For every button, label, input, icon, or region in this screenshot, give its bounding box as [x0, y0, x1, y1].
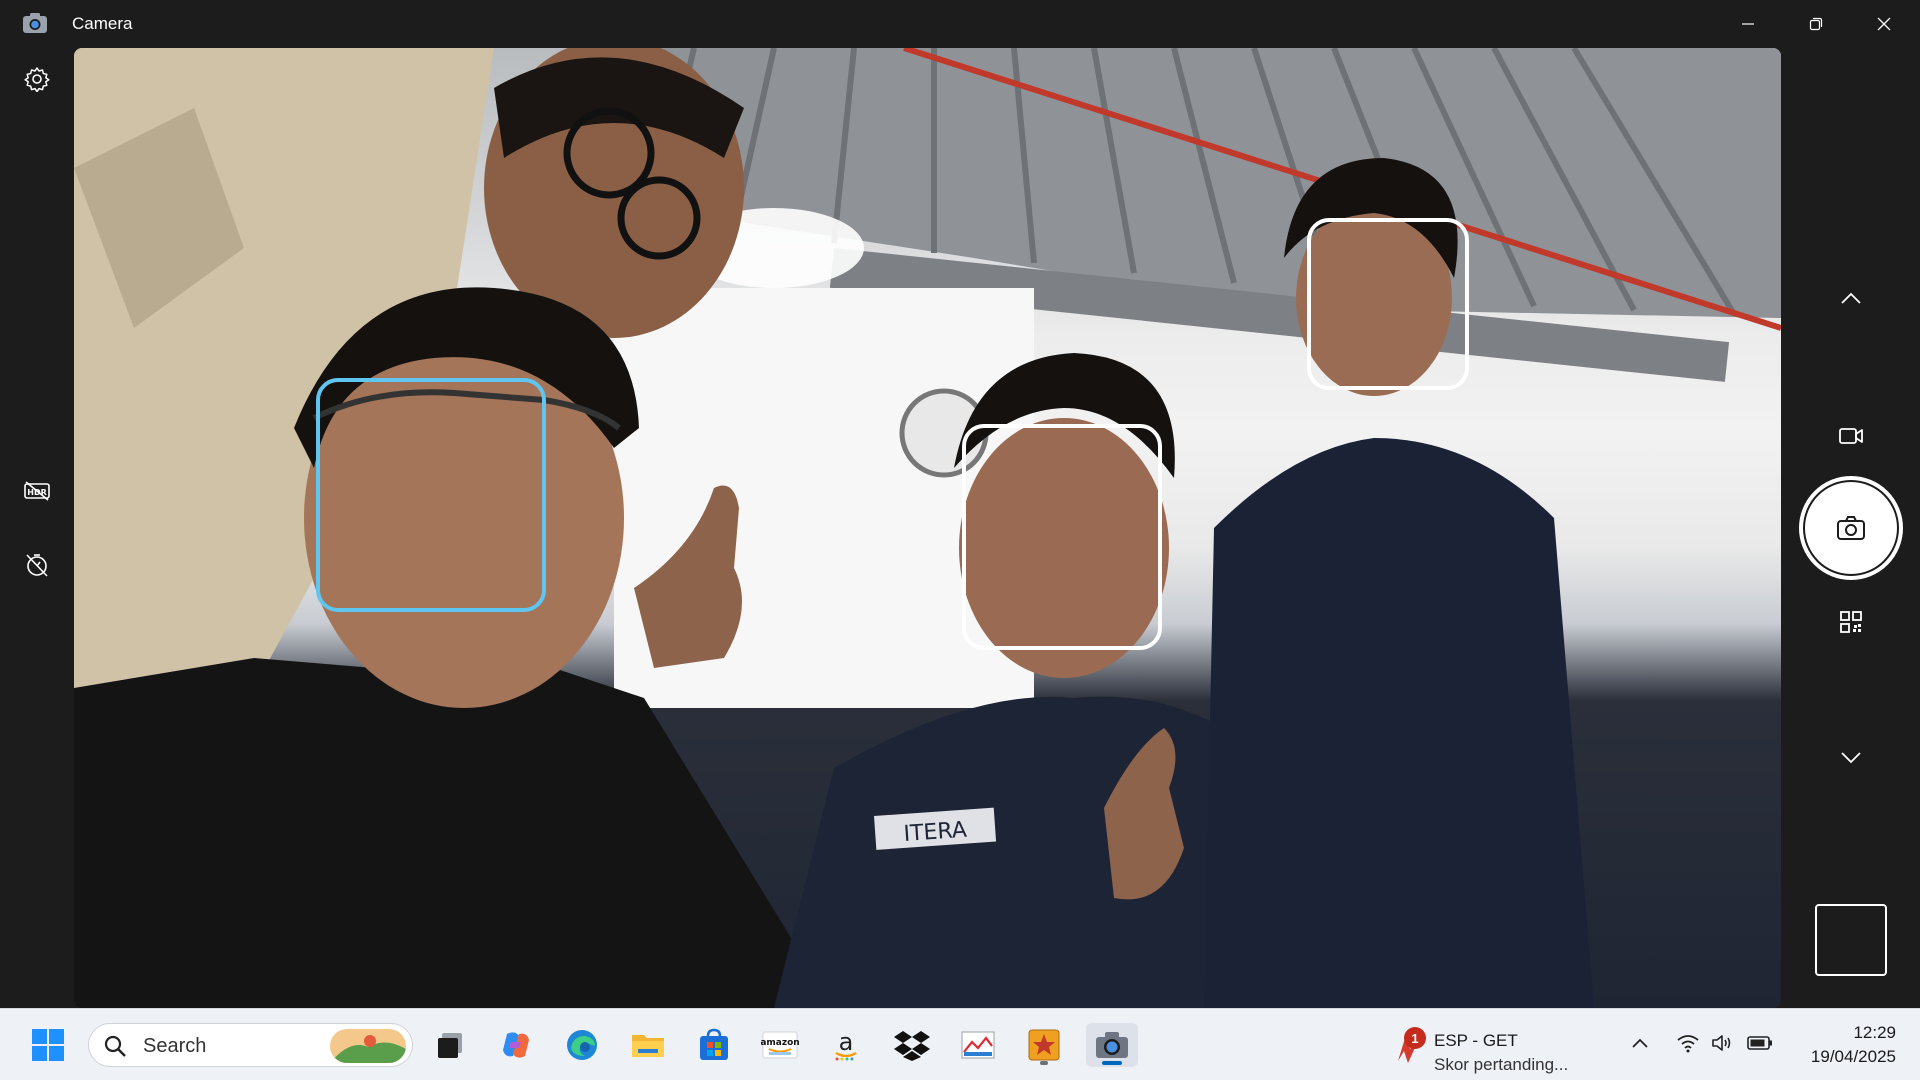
edge-button[interactable]	[560, 1023, 604, 1067]
search-label: Search	[143, 1035, 207, 1057]
right-rail	[1781, 48, 1920, 1008]
face-detection-box	[1307, 218, 1469, 390]
wifi-status[interactable]	[1674, 1029, 1702, 1057]
task-view-button[interactable]	[428, 1023, 472, 1067]
minimize-button[interactable]	[1714, 0, 1782, 48]
amazon-appstore-button[interactable]: a	[824, 1023, 868, 1067]
copilot-button[interactable]	[494, 1023, 538, 1067]
edge-icon	[567, 1030, 597, 1060]
battery-icon	[1747, 1036, 1772, 1050]
amazon-a-icon: a	[835, 1028, 857, 1061]
restore-button[interactable]	[1782, 0, 1850, 48]
search-highlight-image	[330, 1029, 406, 1063]
window-title: Camera	[72, 14, 133, 33]
show-hidden-icons-button[interactable]	[1626, 1029, 1654, 1057]
timer-button[interactable]	[22, 550, 52, 580]
last-photo-thumbnail[interactable]	[1815, 904, 1887, 976]
clock-time[interactable]: 12:29	[1790, 1023, 1896, 1043]
taskbar-search[interactable]: Search	[88, 1023, 413, 1067]
taskbar: Search amazon a 1 ESP - GET Skor pertand…	[0, 1008, 1920, 1080]
minimize-icon	[1742, 23, 1754, 25]
pinned-app-button[interactable]	[1022, 1023, 1066, 1067]
close-button[interactable]	[1850, 0, 1918, 48]
microsoft-store-button[interactable]	[692, 1023, 736, 1067]
face-detection-box	[962, 424, 1162, 650]
amazon-icon: amazon	[761, 1031, 799, 1059]
qr-code-icon	[1840, 611, 1862, 633]
start-button[interactable]	[26, 1023, 70, 1067]
close-icon	[1877, 17, 1891, 31]
video-icon	[1839, 428, 1863, 444]
store-icon	[700, 1028, 728, 1060]
chevron-up-icon	[1841, 292, 1861, 304]
left-rail: HDR	[0, 48, 74, 1008]
shutter-button[interactable]	[1799, 476, 1903, 580]
notification-badge: 1	[1404, 1027, 1426, 1049]
volume-control[interactable]	[1708, 1029, 1736, 1057]
mode-down-button[interactable]	[1821, 738, 1881, 778]
svg-text:a: a	[839, 1028, 854, 1056]
news-title: ESP - GET	[1434, 1031, 1518, 1050]
amazon-shopping-button[interactable]: amazon	[758, 1023, 802, 1067]
dropbox-icon	[894, 1031, 930, 1061]
dropbox-button[interactable]	[890, 1023, 934, 1067]
news-widget[interactable]: 1 ESP - GET Skor pertanding...	[1384, 1019, 1594, 1074]
face-detection-box	[316, 378, 546, 612]
search-icon	[104, 1035, 126, 1057]
chevron-down-icon	[1841, 752, 1861, 764]
restore-icon	[1809, 17, 1823, 31]
camera-icon	[1837, 516, 1865, 540]
wifi-icon	[1677, 1035, 1699, 1053]
battery-status[interactable]	[1746, 1029, 1774, 1057]
chevron-up-icon	[1632, 1038, 1648, 1048]
camera-taskbar-button[interactable]	[1086, 1023, 1138, 1067]
timer-off-icon	[26, 554, 48, 577]
task-view-icon	[438, 1033, 462, 1058]
camera-icon	[1096, 1032, 1128, 1058]
camera-app-icon	[22, 12, 48, 34]
hdr-off-icon: HDR	[24, 481, 50, 501]
settings-button[interactable]	[22, 64, 52, 94]
svg-text:amazon: amazon	[761, 1038, 799, 1048]
clock-date[interactable]: 19/04/2025	[1790, 1047, 1896, 1067]
mode-up-button[interactable]	[1821, 278, 1881, 318]
volume-icon	[1712, 1035, 1731, 1051]
news-subtitle: Skor pertanding...	[1434, 1055, 1569, 1074]
windows-logo-icon	[32, 1029, 64, 1061]
camera-viewfinder[interactable]: ITERA	[74, 48, 1781, 1008]
file-explorer-button[interactable]	[626, 1023, 670, 1067]
gear-icon	[24, 67, 50, 92]
title-bar: Camera	[0, 0, 1920, 48]
paint-button[interactable]	[956, 1023, 1000, 1067]
svg-text:ITERA: ITERA	[903, 818, 968, 847]
barcode-mode-button[interactable]	[1821, 602, 1881, 642]
video-mode-button[interactable]	[1821, 416, 1881, 456]
paint-icon	[961, 1031, 995, 1059]
star-app-icon	[1028, 1029, 1060, 1061]
folder-icon	[632, 1035, 664, 1057]
copilot-icon	[503, 1032, 529, 1058]
hdr-toggle-button[interactable]: HDR	[22, 476, 52, 506]
